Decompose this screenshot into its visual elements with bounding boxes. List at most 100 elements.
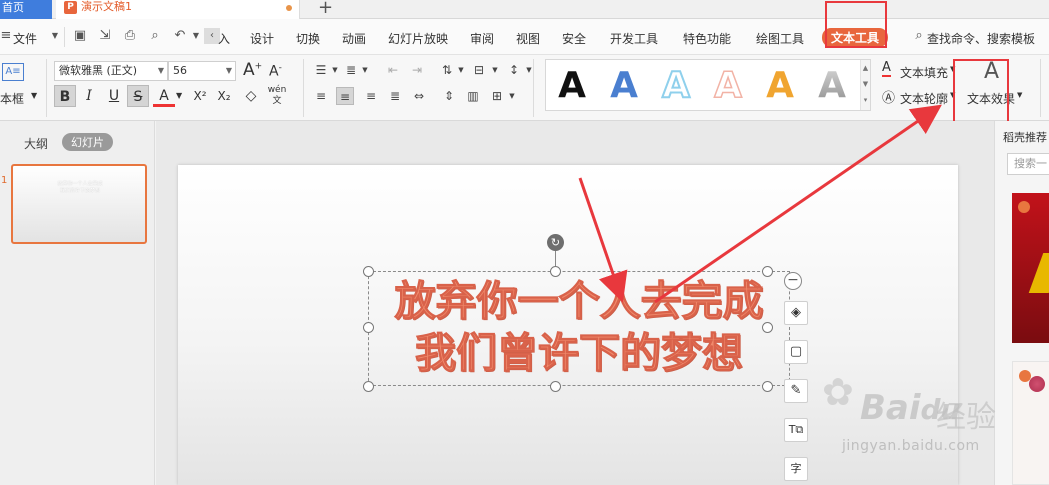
clear-format-icon[interactable]: ◇	[240, 85, 262, 107]
slide-text-line-1: 放弃你一个人去完成	[394, 277, 764, 326]
rotate-handle-icon[interactable]: ↻	[547, 234, 564, 251]
slide-text-line-2: 我们曾许下的梦想	[415, 329, 744, 378]
slide-thumbnail[interactable]: 放弃你一个人去完成 我们曾许下的梦想	[11, 164, 147, 244]
chevron-down-icon[interactable]: ▼	[31, 91, 37, 100]
distribute-icon[interactable]: ⇔	[410, 87, 428, 105]
font-size-value: 56	[173, 64, 187, 77]
menu-drawing-tools[interactable]: 绘图工具	[756, 30, 804, 47]
underline-button[interactable]: U	[103, 85, 125, 107]
resize-handle[interactable]	[550, 381, 561, 392]
export-icon[interactable]: ⇲	[97, 28, 113, 44]
print-icon[interactable]: ⎙	[122, 28, 138, 44]
menu-slideshow[interactable]: 幻灯片放映	[388, 30, 448, 47]
text-outline-button[interactable]: 文本轮廓	[900, 90, 948, 107]
text-style-preset[interactable]: A	[656, 64, 696, 108]
tab-outline[interactable]: 大纲	[24, 135, 48, 152]
chevron-down-icon[interactable]: ▼	[176, 91, 182, 100]
print-preview-icon[interactable]: ⌕	[147, 28, 163, 44]
chevron-down-icon[interactable]: ▼	[503, 87, 521, 105]
grow-font-label: A	[243, 60, 255, 80]
text-fill-button[interactable]: 文本填充	[900, 64, 948, 81]
slide-text[interactable]: 放弃你一个人去完成 我们曾许下的梦想	[368, 271, 790, 379]
menu-security[interactable]: 安全	[562, 30, 586, 47]
paragraph-spacing-icon[interactable]: ⇕	[440, 87, 458, 105]
ppt-icon: P	[64, 1, 77, 14]
align-left-icon[interactable]: ≡	[312, 87, 330, 105]
fill-bucket-icon[interactable]: ◈	[784, 301, 808, 325]
undo-dropdown-icon[interactable]: ▼	[188, 28, 204, 44]
menu-file[interactable]: 文件	[13, 30, 37, 47]
chevron-down-icon[interactable]: ▼	[47, 28, 63, 44]
tab-slides[interactable]: 幻灯片	[62, 133, 113, 151]
font-name-select[interactable]: 微软雅黑 (正文) ▼	[54, 61, 168, 81]
text-outline-icon[interactable]: Ⓐ	[882, 87, 895, 106]
text-style-preset[interactable]: A	[552, 64, 592, 108]
columns-icon[interactable]: ▥	[464, 87, 482, 105]
menu-transition[interactable]: 切换	[296, 30, 320, 47]
increase-indent-icon[interactable]: ⇥	[408, 61, 426, 79]
chevron-down-icon[interactable]: ▼	[486, 61, 504, 79]
justify-icon[interactable]: ≣	[386, 87, 404, 105]
menu-view[interactable]: 视图	[516, 30, 540, 47]
save-icon[interactable]: ▣	[72, 28, 88, 44]
chevron-down-icon: ▼	[157, 66, 164, 75]
grow-font-button[interactable]: A+	[243, 60, 262, 80]
chevron-down-icon: ▼	[225, 66, 232, 75]
gallery-scroll[interactable]: ▲ ▼ ▾	[860, 60, 870, 110]
font-size-select[interactable]: 56 ▼	[168, 61, 236, 81]
chevron-down-icon[interactable]: ▼	[356, 61, 374, 79]
textbox-icon[interactable]: A≡	[2, 63, 24, 81]
subscript-button[interactable]: X₂	[213, 85, 235, 107]
text-style-preset[interactable]: A	[760, 64, 800, 108]
highlight-box-text-effect	[953, 59, 1009, 123]
undo-icon[interactable]: ↶	[172, 28, 188, 44]
superscript-button[interactable]: X²	[189, 85, 211, 107]
hamburger-menu-icon[interactable]: ≡	[0, 28, 14, 44]
bold-button[interactable]: B	[54, 85, 76, 107]
document-name: 演示文稿1	[81, 0, 132, 13]
search-icon[interactable]: ⌕	[911, 28, 927, 44]
text-style-preset[interactable]: A	[708, 64, 748, 108]
watermark-brand-text: Bai	[860, 388, 921, 428]
title-bar: 首页 P 演示文稿1 +	[0, 0, 1049, 19]
chevron-down-icon[interactable]: ▼	[520, 61, 538, 79]
watermark-url: jingyan.baidu.com	[842, 438, 980, 454]
font-color-button[interactable]: A	[153, 85, 175, 107]
badge-icon	[1018, 201, 1030, 213]
command-search[interactable]: 查找命令、搜索模板	[927, 30, 1035, 47]
text-style-preset[interactable]: A	[604, 64, 644, 108]
menu-design[interactable]: 设计	[250, 30, 274, 47]
italic-button[interactable]: I	[78, 85, 100, 107]
tab-document[interactable]: P 演示文稿1	[56, 0, 300, 19]
template-search-input[interactable]: 搜索一	[1007, 153, 1049, 175]
tab-home[interactable]: 首页	[0, 0, 52, 19]
menu-developer[interactable]: 开发工具	[610, 30, 658, 47]
align-right-icon[interactable]: ≡	[362, 87, 380, 105]
thumb-line-1: 放弃你一个人去完成	[57, 181, 103, 187]
menu-features[interactable]: 特色功能	[683, 30, 731, 47]
align-center-icon[interactable]: ≡	[336, 87, 354, 105]
textbox-label[interactable]: 本框	[0, 90, 24, 107]
resize-handle[interactable]	[762, 381, 773, 392]
new-tab-button[interactable]: +	[318, 0, 333, 18]
decrease-indent-icon[interactable]: ⇤	[384, 61, 402, 79]
slide-number: 1	[1, 175, 8, 186]
template-panel-title: 稻壳推荐	[1003, 131, 1047, 144]
divider	[303, 59, 304, 117]
menu-review[interactable]: 审阅	[470, 30, 494, 47]
phonetic-guide-button[interactable]: wén 文	[266, 85, 288, 107]
shrink-font-button[interactable]: A-	[269, 63, 282, 80]
collapse-icon[interactable]: −	[784, 272, 802, 290]
chevron-down-icon[interactable]: ▼	[452, 61, 470, 79]
menu-animation[interactable]: 动画	[342, 30, 366, 47]
text-style-preset[interactable]: A	[812, 64, 852, 108]
unsaved-dot-icon	[286, 5, 292, 11]
text-fill-icon[interactable]: A	[882, 61, 891, 77]
menu-insert[interactable]: 入	[218, 30, 230, 47]
strikethrough-button[interactable]: S	[127, 85, 149, 107]
shape-outline-icon[interactable]: ▢	[784, 340, 808, 364]
resize-handle[interactable]	[363, 381, 374, 392]
divider	[64, 27, 65, 47]
chevron-down-icon[interactable]: ▼	[1017, 91, 1022, 99]
template-thumbnail[interactable]	[1012, 193, 1049, 343]
